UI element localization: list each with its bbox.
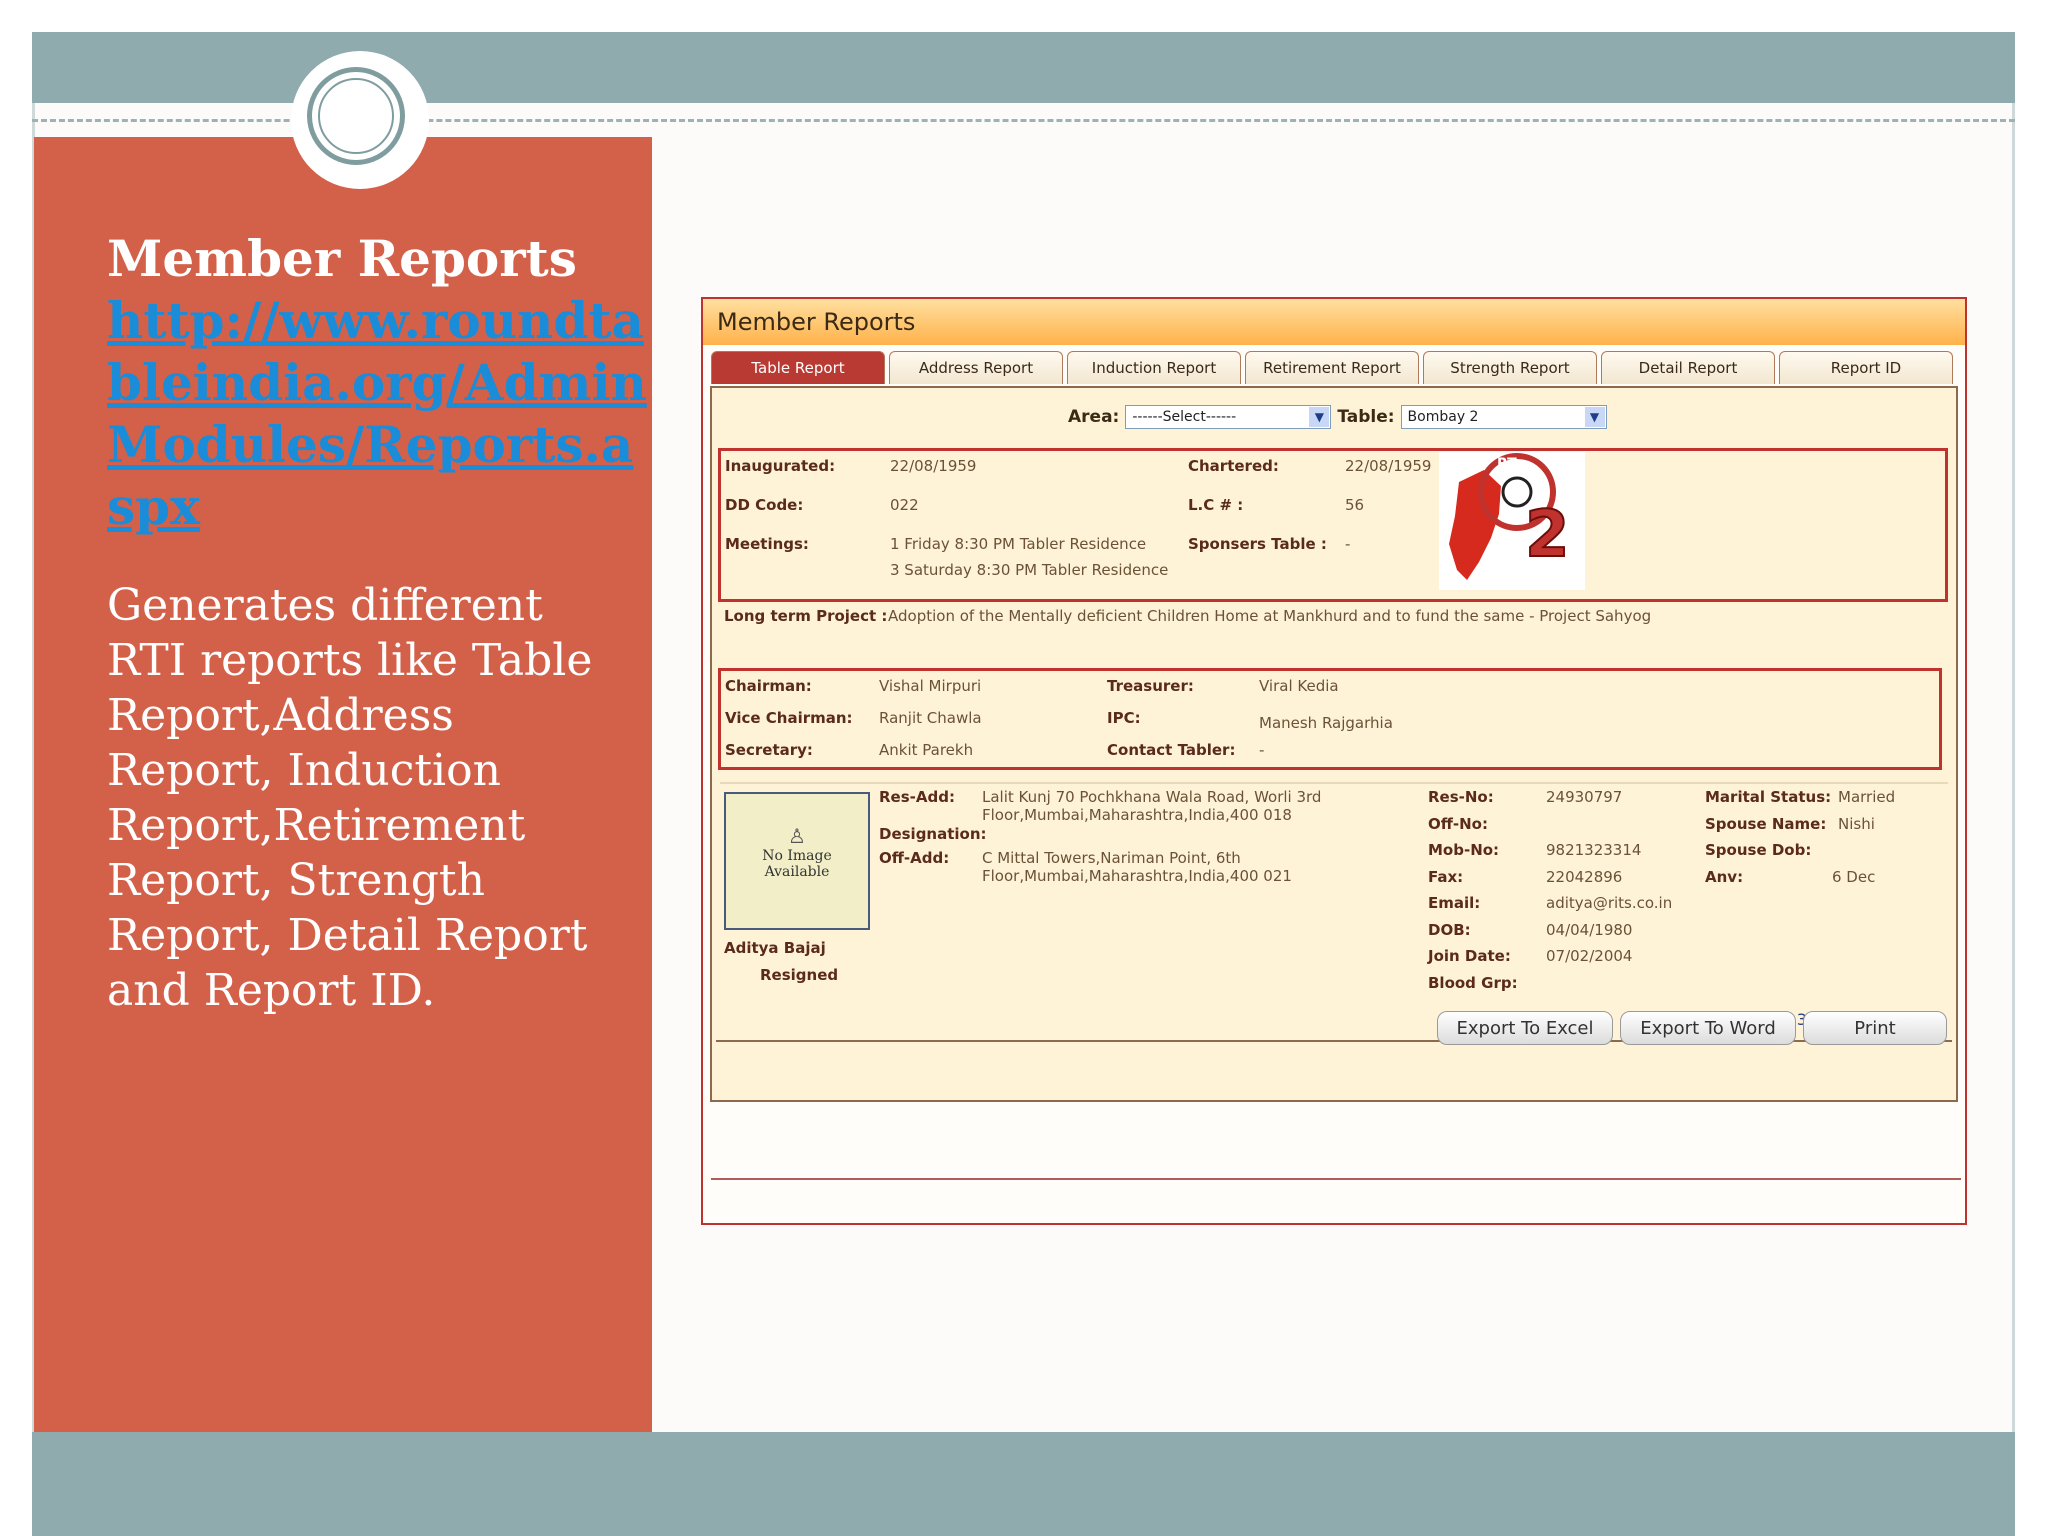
inaugurated-label: Inaugurated: bbox=[725, 457, 836, 475]
filter-row: Area: ------Select------ ▼ Table: Bombay… bbox=[1068, 405, 1607, 429]
member-photo: ♙ No Image Available bbox=[724, 792, 870, 930]
window-header: Member Reports bbox=[703, 299, 1965, 345]
print-button[interactable]: Print bbox=[1803, 1011, 1947, 1045]
no-image-line-1: No Image bbox=[762, 848, 832, 864]
tab-retirement-report[interactable]: Retirement Report bbox=[1245, 351, 1419, 384]
report-tabs: Table Report Address Report Induction Re… bbox=[711, 351, 1953, 385]
designation-label: Designation: bbox=[879, 825, 987, 843]
contact-tabler-value: - bbox=[1259, 741, 1265, 759]
area-label: Area: bbox=[1068, 407, 1120, 427]
marital-status-value: Married bbox=[1838, 788, 1896, 806]
off-add-line-1: C Mittal Towers,Nariman Point, 6th bbox=[982, 849, 1241, 867]
sponsers-label: Sponsers Table : bbox=[1188, 535, 1327, 553]
spouse-name-label: Spouse Name: bbox=[1705, 815, 1827, 833]
inaugurated-value: 22/08/1959 bbox=[890, 457, 977, 475]
spouse-dob-label: Spouse Dob: bbox=[1705, 841, 1812, 859]
anv-label: Anv: bbox=[1705, 868, 1744, 886]
long-term-value: Adoption of the Mentally deficient Child… bbox=[888, 607, 1652, 625]
email-value[interactable]: aditya@rits.co.in bbox=[1546, 894, 1672, 912]
tab-strength-report[interactable]: Strength Report bbox=[1423, 351, 1597, 384]
off-add-label: Off-Add: bbox=[879, 849, 950, 867]
tab-table-report[interactable]: Table Report bbox=[711, 351, 885, 384]
meeting-1: 1 Friday 8:30 PM Tabler Residence bbox=[890, 535, 1147, 553]
report-link[interactable]: http://www.roundtableindia.org/AdminModu… bbox=[107, 290, 647, 538]
member-reports-window: Member Reports Table Report Address Repo… bbox=[701, 297, 1967, 1225]
svg-text:2: 2 bbox=[1525, 498, 1570, 572]
chartered-value: 22/08/1959 bbox=[1345, 457, 1432, 475]
off-add-line-2: Floor,Mumbai,Maharashtra,India,400 021 bbox=[982, 867, 1292, 885]
member-divider bbox=[720, 782, 1948, 784]
ipc-value: Manesh Rajgarhia bbox=[1259, 714, 1393, 732]
mob-no-label: Mob-No: bbox=[1428, 841, 1500, 859]
dd-code-label: DD Code: bbox=[725, 496, 804, 514]
spouse-name-value: Nishi bbox=[1838, 815, 1875, 833]
res-no-label: Res-No: bbox=[1428, 788, 1494, 806]
join-date-value: 07/02/2004 bbox=[1546, 947, 1633, 965]
join-date-label: Join Date: bbox=[1428, 947, 1511, 965]
dob-label: DOB: bbox=[1428, 921, 1471, 939]
ipc-label: IPC: bbox=[1107, 709, 1141, 727]
fax-label: Fax: bbox=[1428, 868, 1464, 886]
dd-code-value: 022 bbox=[890, 496, 919, 514]
chevron-down-icon[interactable]: ▼ bbox=[1309, 407, 1330, 427]
slide-title: Member Reports bbox=[107, 229, 577, 288]
tab-induction-report[interactable]: Induction Report bbox=[1067, 351, 1241, 384]
res-add-line-1: Lalit Kunj 70 Pochkhana Wala Road, Worli… bbox=[982, 788, 1322, 806]
member-status: Resigned bbox=[760, 966, 839, 984]
officers-box: Chairman: Vishal Mirpuri Treasurer: Vira… bbox=[718, 668, 1942, 770]
slide-title-block: Member Reports http://www.roundtableindi… bbox=[107, 228, 647, 538]
lc-value: 56 bbox=[1345, 496, 1365, 514]
vice-chairman-label: Vice Chairman: bbox=[725, 709, 853, 727]
rt-logo: 2 RT bbox=[1439, 452, 1585, 590]
lc-label: L.C # : bbox=[1188, 496, 1244, 514]
treasurer-label: Treasurer: bbox=[1107, 677, 1194, 695]
logo-text: RT bbox=[1497, 456, 1517, 472]
marital-status-label: Marital Status: bbox=[1705, 788, 1832, 806]
contact-tabler-label: Contact Tabler: bbox=[1107, 741, 1236, 759]
window-title: Member Reports bbox=[717, 308, 916, 336]
window-footer-line bbox=[711, 1178, 1961, 1180]
dob-value: 04/04/1980 bbox=[1546, 921, 1633, 939]
area-select[interactable]: ------Select------ ▼ bbox=[1125, 405, 1332, 429]
treasurer-value: Viral Kedia bbox=[1259, 677, 1339, 695]
blood-group-label: Blood Grp: bbox=[1428, 974, 1518, 992]
export-word-button[interactable]: Export To Word bbox=[1620, 1011, 1796, 1045]
area-select-value: ------Select------ bbox=[1132, 409, 1237, 425]
tab-report-id[interactable]: Report ID bbox=[1779, 351, 1953, 384]
sponsers-value: - bbox=[1345, 535, 1351, 553]
member-name: Aditya Bajaj bbox=[724, 939, 826, 957]
anv-value: 6 Dec bbox=[1832, 868, 1876, 886]
meeting-2: 3 Saturday 8:30 PM Tabler Residence bbox=[890, 561, 1169, 579]
meetings-label: Meetings: bbox=[725, 535, 809, 553]
res-add-label: Res-Add: bbox=[879, 788, 955, 806]
mob-no-value: 9821323314 bbox=[1546, 841, 1642, 859]
circle-ring-icon bbox=[307, 67, 405, 165]
person-icon: ♙ bbox=[788, 824, 806, 848]
table-select[interactable]: Bombay 2 ▼ bbox=[1400, 405, 1607, 429]
long-term-label: Long term Project : bbox=[724, 607, 888, 625]
chevron-down-icon[interactable]: ▼ bbox=[1584, 407, 1605, 427]
secretary-value: Ankit Parekh bbox=[879, 741, 974, 759]
table-select-value: Bombay 2 bbox=[1407, 409, 1479, 425]
email-label: Email: bbox=[1428, 894, 1481, 912]
table-label: Table: bbox=[1337, 407, 1395, 427]
tab-address-report[interactable]: Address Report bbox=[889, 351, 1063, 384]
res-add-line-2: Floor,Mumbai,Maharashtra,India,400 018 bbox=[982, 806, 1292, 824]
tab-detail-report[interactable]: Detail Report bbox=[1601, 351, 1775, 384]
fax-value: 22042896 bbox=[1546, 868, 1623, 886]
secretary-label: Secretary: bbox=[725, 741, 813, 759]
no-image-line-2: Available bbox=[764, 864, 830, 880]
off-no-label: Off-No: bbox=[1428, 815, 1488, 833]
res-no-value: 24930797 bbox=[1546, 788, 1623, 806]
report-content: Area: ------Select------ ▼ Table: Bombay… bbox=[710, 386, 1958, 1102]
chairman-label: Chairman: bbox=[725, 677, 812, 695]
slide-description: Generates different RTI reports like Tab… bbox=[107, 580, 593, 1016]
export-excel-button[interactable]: Export To Excel bbox=[1437, 1011, 1613, 1045]
chairman-value: Vishal Mirpuri bbox=[879, 677, 982, 695]
table-info-box: Inaugurated: 22/08/1959 Chartered: 22/08… bbox=[718, 448, 1948, 602]
vice-chairman-value: Ranjit Chawla bbox=[879, 709, 982, 727]
chartered-label: Chartered: bbox=[1188, 457, 1279, 475]
bottom-band bbox=[32, 1432, 2015, 1536]
